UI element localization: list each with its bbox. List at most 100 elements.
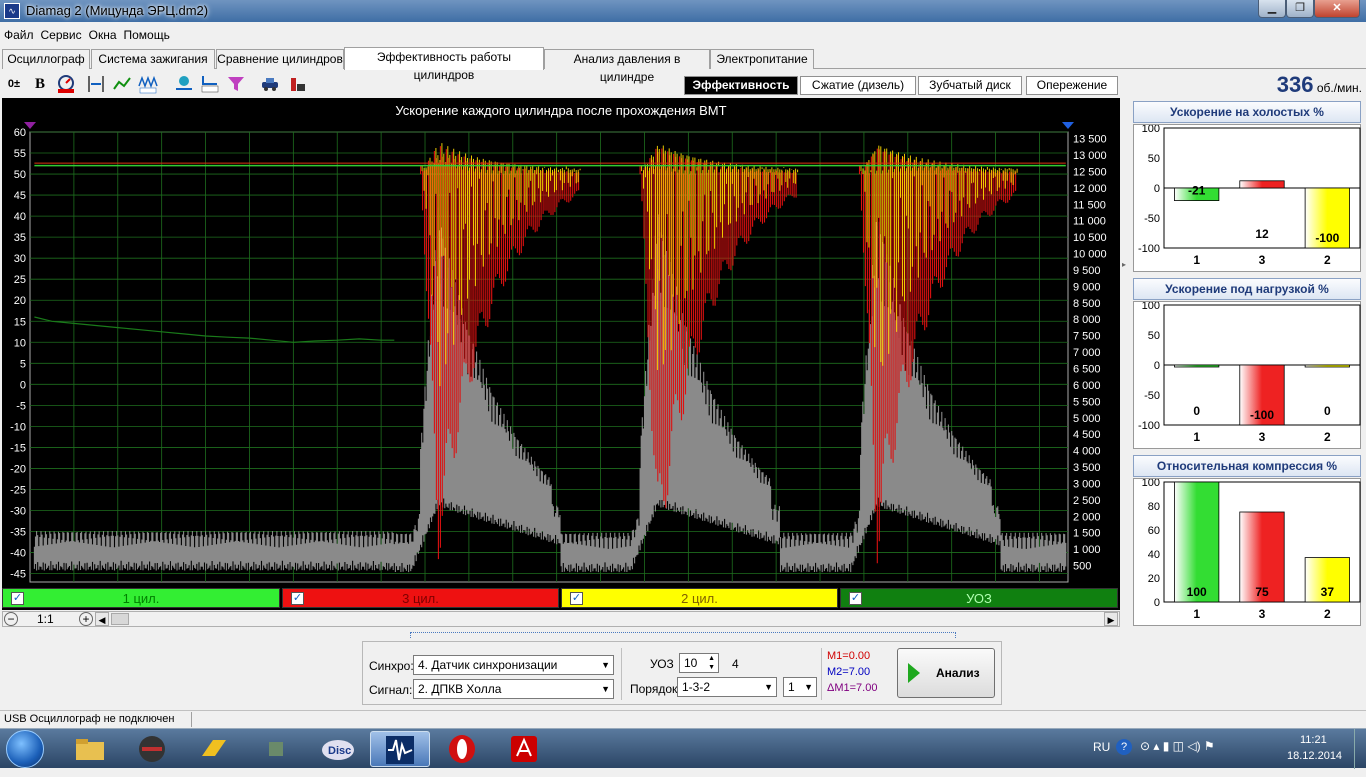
car-icon[interactable] bbox=[260, 74, 280, 94]
right-tick-label: 2 500 bbox=[1073, 495, 1101, 507]
menu-windows[interactable]: Окна bbox=[85, 26, 120, 44]
axis-tick-label: 0 bbox=[1154, 360, 1160, 372]
checkbox-uoz[interactable]: ✓ bbox=[849, 592, 862, 605]
order-num: 1 bbox=[788, 680, 795, 694]
legend-cyl2[interactable]: ✓ 2 цил. bbox=[561, 588, 838, 608]
scroll-right-icon[interactable]: ▶ bbox=[1104, 612, 1118, 626]
subtab-efficiency[interactable]: Эффективность bbox=[684, 76, 798, 95]
spin-arrows-icon[interactable]: ▲ ▼ bbox=[708, 654, 715, 672]
opera-icon[interactable] bbox=[434, 731, 490, 767]
legend-label: УОЗ bbox=[966, 591, 992, 606]
graph-icon[interactable] bbox=[112, 74, 132, 94]
show-desktop-button[interactable] bbox=[1354, 729, 1366, 769]
subtab-advance[interactable]: Опережение bbox=[1026, 76, 1118, 95]
zoom-out-icon[interactable]: − bbox=[4, 612, 18, 626]
bar-chart-svg: 100 50 0 -50 -100 -21 1 12 3 -100 2 bbox=[1138, 123, 1361, 267]
zoom-scroll-row: − 1:1 + ◀ ▶ bbox=[2, 611, 1120, 627]
cursor-markers-icon[interactable] bbox=[86, 74, 106, 94]
right-tick-label: 4 500 bbox=[1073, 429, 1101, 441]
sync-value: 4. Датчик синхронизации bbox=[418, 658, 558, 672]
uoz-stepper[interactable]: 10 ▲ ▼ bbox=[679, 653, 719, 673]
pdf-reader-icon[interactable] bbox=[496, 731, 552, 767]
firing-order-icon[interactable] bbox=[200, 74, 220, 94]
cylinder-label: 3 bbox=[1259, 607, 1266, 621]
order-value: 1-3-2 bbox=[682, 680, 711, 694]
status-bar: USB Осциллограф не подключен bbox=[0, 710, 1366, 728]
rpm-icon[interactable] bbox=[56, 74, 76, 94]
menu-service[interactable]: Сервис bbox=[37, 26, 85, 44]
menu-help[interactable]: Помощь bbox=[120, 26, 173, 44]
order-select[interactable]: 1-3-2 ▼ bbox=[677, 677, 777, 697]
divider bbox=[191, 712, 192, 727]
right-tick-label: 12 500 bbox=[1073, 166, 1107, 178]
minimize-button[interactable]: ▁ bbox=[1258, 0, 1286, 18]
right-tick-label: 6 500 bbox=[1073, 363, 1101, 375]
bar-chart-svg: 100 50 0 -50 -100 0 1 -100 3 0 2 bbox=[1138, 300, 1361, 444]
right-tick-label: 1 000 bbox=[1073, 544, 1101, 556]
checkbox-cyl3[interactable]: ✓ bbox=[291, 592, 304, 605]
acceleration-chart[interactable]: 60 55 50 45 40 35 30 25 20 15 10 5 0 -5 -10 -15 -20 -25 -3… bbox=[2, 98, 1120, 586]
analyze-label: Анализ bbox=[936, 666, 980, 680]
right-marker-icon[interactable] bbox=[1062, 122, 1074, 129]
analyze-button[interactable]: Анализ bbox=[897, 648, 995, 698]
cylinder-label: 2 bbox=[1324, 253, 1331, 267]
close-button[interactable]: ✕ bbox=[1314, 0, 1360, 18]
bold-icon[interactable]: B bbox=[30, 74, 50, 94]
vvti-icon[interactable] bbox=[138, 74, 158, 94]
zoom-in-icon[interactable]: + bbox=[79, 612, 93, 626]
axis-tick-label: 0 bbox=[1154, 597, 1160, 609]
menu-bar: Файл Сервис Окна Помощь bbox=[0, 26, 1366, 44]
scroll-thumb[interactable] bbox=[111, 613, 129, 625]
checkbox-cyl1[interactable]: ✓ bbox=[11, 592, 24, 605]
tab-ignition[interactable]: Система зажигания bbox=[91, 49, 215, 69]
right-tick-label: 10 000 bbox=[1073, 249, 1107, 261]
subtab-gear-disc[interactable]: Зубчатый диск bbox=[918, 76, 1022, 95]
rpm-readout: 336 об./мин. bbox=[1240, 72, 1362, 97]
legend-cyl3[interactable]: ✓ 3 цил. bbox=[282, 588, 559, 608]
axis-tick-label: 80 bbox=[1148, 501, 1160, 513]
menu-file[interactable]: Файл bbox=[0, 26, 37, 44]
left-tick-label: 15 bbox=[14, 316, 26, 328]
checkbox-cyl2[interactable]: ✓ bbox=[570, 592, 583, 605]
left-tick-label: -35 bbox=[10, 527, 26, 539]
maximize-button[interactable]: ❐ bbox=[1286, 0, 1314, 18]
axis-tick-label: 60 bbox=[1148, 525, 1160, 537]
tray-icons[interactable]: ⊙ ▴ ▮ ◫ ◁) ⚑ bbox=[1140, 739, 1215, 753]
tab-cylinder-compare[interactable]: Сравнение цилиндров bbox=[216, 49, 344, 69]
tab-cylinder-efficiency[interactable]: Эффективность работы цилиндров bbox=[344, 47, 544, 82]
sync-icon[interactable] bbox=[174, 74, 194, 94]
ruler-icon[interactable] bbox=[288, 74, 308, 94]
subtab-compression-diesel[interactable]: Сжатие (дизель) bbox=[800, 76, 916, 95]
bar-value-label: 0 bbox=[1193, 404, 1200, 418]
play-icon bbox=[908, 663, 920, 683]
right-tick-label: 10 500 bbox=[1073, 232, 1107, 244]
legend-cyl1[interactable]: ✓ 1 цил. bbox=[2, 588, 280, 608]
waveform-icon[interactable]: ∿ bbox=[4, 3, 20, 19]
order-num-select[interactable]: 1 ▼ bbox=[783, 677, 817, 697]
app-icon[interactable] bbox=[248, 731, 304, 767]
filter-icon[interactable] bbox=[226, 74, 246, 94]
explorer-icon[interactable] bbox=[62, 731, 118, 767]
sync-select[interactable]: 4. Датчик синхронизации ▼ bbox=[413, 655, 614, 675]
axis-tick-label: -50 bbox=[1144, 390, 1160, 402]
app-icon[interactable] bbox=[124, 731, 180, 767]
disc-app-icon[interactable]: Disc bbox=[310, 731, 366, 767]
zero-offset-icon[interactable]: 0± bbox=[4, 74, 24, 94]
left-tick-label: -10 bbox=[10, 421, 26, 433]
help-icon[interactable]: ? bbox=[1116, 739, 1132, 755]
tab-pressure-analysis[interactable]: Анализ давления в цилиндре bbox=[544, 49, 710, 84]
language-indicator[interactable]: RU bbox=[1093, 740, 1110, 754]
divider bbox=[821, 648, 822, 700]
tab-power-supply[interactable]: Электропитание bbox=[710, 49, 814, 69]
bar-value-label: 100 bbox=[1187, 585, 1207, 599]
tab-oscilloscope[interactable]: Осциллограф bbox=[2, 49, 90, 69]
diamag-app-icon[interactable] bbox=[370, 731, 430, 767]
legend-uoz[interactable]: ✓ УОЗ bbox=[840, 588, 1118, 608]
scroll-left-icon[interactable]: ◀ bbox=[95, 612, 109, 626]
right-tick-label: 5 000 bbox=[1073, 413, 1101, 425]
app-icon[interactable] bbox=[186, 731, 242, 767]
signal-select[interactable]: 2. ДПКВ Холла ▼ bbox=[413, 679, 614, 699]
left-tick-label: 55 bbox=[14, 148, 26, 160]
start-button[interactable] bbox=[6, 730, 44, 768]
collapse-handle[interactable] bbox=[410, 632, 956, 638]
